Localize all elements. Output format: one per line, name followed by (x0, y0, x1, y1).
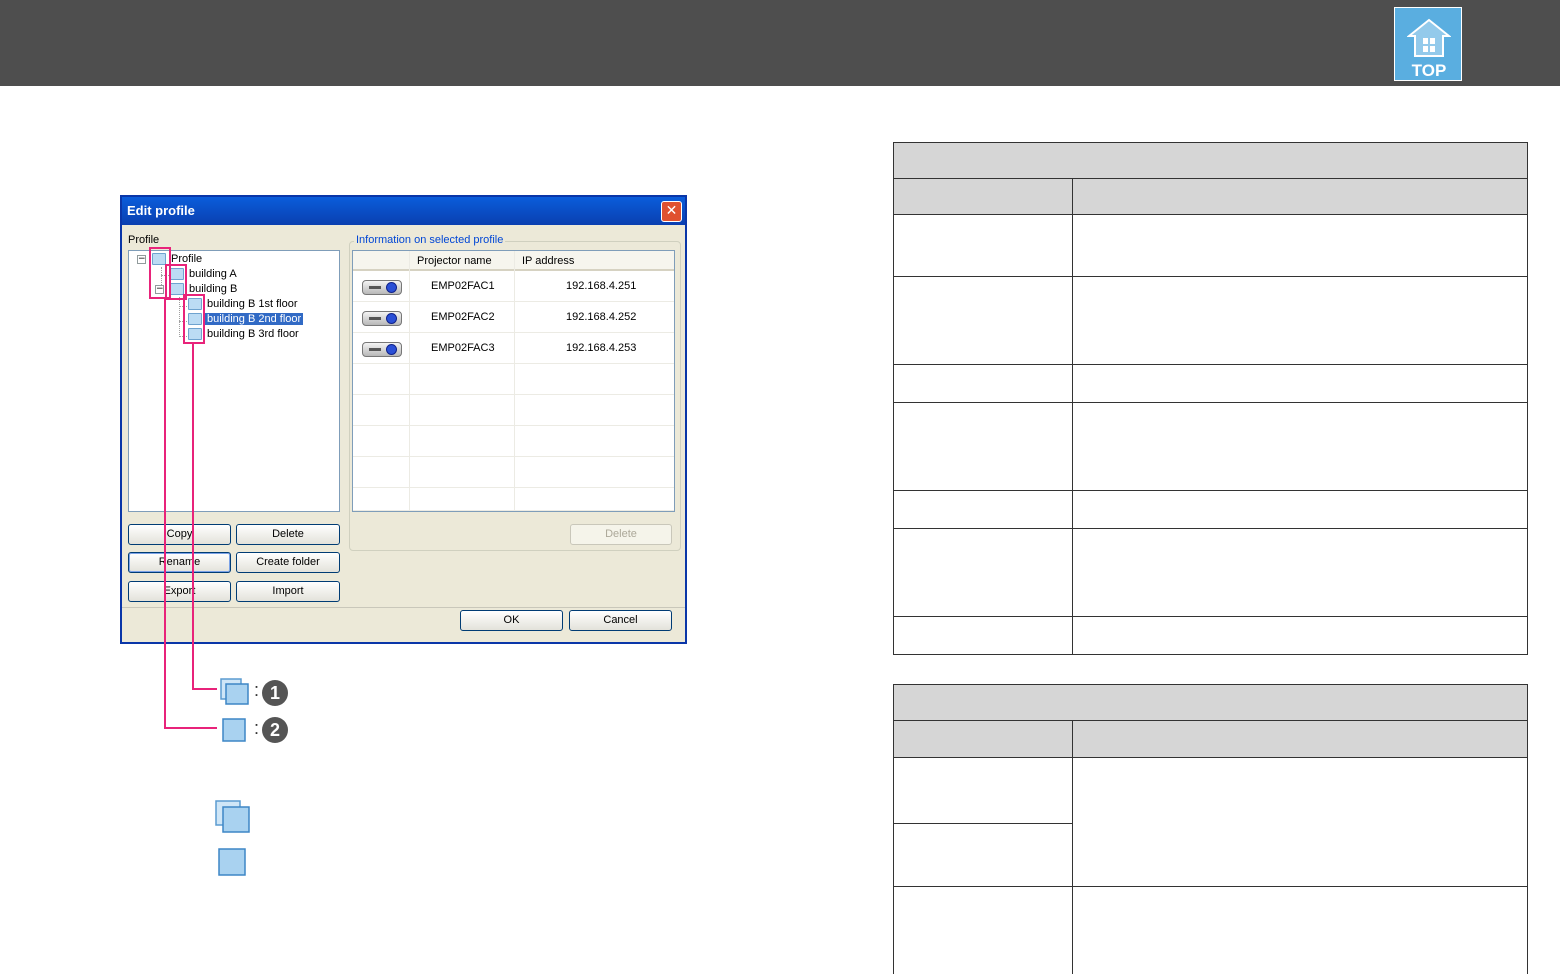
table-1-header-cell (1072, 178, 1528, 215)
table-cell (1072, 886, 1528, 974)
table-cell (1072, 364, 1528, 403)
header-bar: TOP (0, 0, 1560, 86)
profile-folder-icon (215, 800, 250, 833)
table-row[interactable]: EMP02FAC3 192.168.4.253 (353, 333, 674, 364)
legend-number-1: 1 (262, 680, 288, 706)
table-cell (893, 823, 1073, 887)
legend-separator: : (254, 680, 260, 700)
group-folder-icon (222, 718, 246, 742)
tree-item-building-b-2nd[interactable]: building B 2nd floor (205, 313, 304, 325)
table-cell (893, 528, 1073, 617)
tree-expander-profile[interactable]: − (137, 255, 146, 264)
table-cell (893, 616, 1073, 655)
copy-button[interactable]: Copy (128, 524, 231, 545)
table-row[interactable]: EMP02FAC1 192.168.4.251 (353, 271, 674, 302)
table-cell (1072, 214, 1528, 277)
table-row-empty (353, 457, 674, 488)
projector-name: EMP02FAC1 (431, 280, 495, 292)
callout-leader (192, 688, 217, 690)
table-cell (893, 886, 1073, 974)
top-button-label: TOP (1411, 61, 1447, 80)
projector-icon (362, 280, 402, 295)
table-2 (893, 684, 1528, 974)
close-icon[interactable]: ✕ (661, 201, 682, 222)
dialog-title: Edit profile (127, 203, 195, 218)
dialog-titlebar: Edit profile ✕ (122, 197, 685, 225)
dialog-separator (122, 607, 685, 608)
table-cell (1072, 490, 1528, 529)
cancel-button[interactable]: Cancel (569, 610, 672, 631)
table-cell (1072, 757, 1528, 887)
callout-profile-box (183, 294, 205, 344)
ip-address: 192.168.4.252 (566, 311, 637, 323)
ip-address: 192.168.4.253 (566, 342, 637, 354)
column-projector-name[interactable]: Projector name (417, 255, 492, 267)
import-button[interactable]: Import (236, 581, 340, 602)
delete-button[interactable]: Delete (236, 524, 340, 545)
table-1-title-cell (893, 142, 1528, 179)
info-groupbox-title: Information on selected profile (354, 234, 506, 246)
callout-leader (164, 727, 217, 729)
home-icon (1407, 18, 1451, 57)
rename-button[interactable]: Rename (128, 552, 231, 573)
table-cell (1072, 528, 1528, 617)
table-2-header-cell (1072, 720, 1528, 758)
table-row[interactable]: EMP02FAC2 192.168.4.252 (353, 302, 674, 333)
tree-item-building-b-3rd[interactable]: building B 3rd floor (207, 328, 299, 340)
callout-leader (164, 299, 166, 729)
group-folder-icon (218, 848, 246, 876)
tree-item-building-b-1st[interactable]: building B 1st floor (207, 298, 298, 310)
ok-button[interactable]: OK (460, 610, 563, 631)
table-1-header-cell (893, 178, 1073, 215)
table-cell (893, 757, 1073, 824)
projector-list[interactable]: Projector name IP address EMP02FAC1 192.… (352, 250, 675, 512)
table-cell (1072, 402, 1528, 491)
projector-icon (362, 311, 402, 326)
table-row-empty (353, 488, 674, 511)
legend-separator: : (254, 718, 260, 738)
edit-profile-dialog: Edit profile ✕ Profile − Profile buildin… (120, 195, 687, 644)
ip-address: 192.168.4.251 (566, 280, 637, 292)
table-cell (893, 402, 1073, 491)
projector-name: EMP02FAC3 (431, 342, 495, 354)
table-cell (893, 364, 1073, 403)
table-1 (893, 142, 1528, 655)
tree-item-building-a[interactable]: building A (189, 268, 237, 280)
profile-label: Profile (128, 234, 160, 246)
legend-number-2: 2 (262, 717, 288, 743)
table-cell (1072, 616, 1528, 655)
column-ip-address[interactable]: IP address (522, 255, 574, 267)
export-button[interactable]: Export (128, 581, 231, 602)
list-delete-button[interactable]: Delete (570, 524, 672, 545)
top-button[interactable]: TOP (1394, 7, 1462, 81)
table-row-empty (353, 364, 674, 395)
table-cell (893, 214, 1073, 277)
table-cell (893, 490, 1073, 529)
table-2-header-cell (893, 720, 1073, 758)
table-row-empty (353, 426, 674, 457)
create-folder-button[interactable]: Create folder (236, 552, 340, 573)
table-2-title-cell (893, 684, 1528, 721)
table-cell (1072, 276, 1528, 365)
table-row-empty (353, 395, 674, 426)
projector-name: EMP02FAC2 (431, 311, 495, 323)
table-cell (893, 276, 1073, 365)
profile-folder-icon (220, 678, 249, 705)
callout-leader (192, 344, 194, 690)
projector-icon (362, 342, 402, 357)
